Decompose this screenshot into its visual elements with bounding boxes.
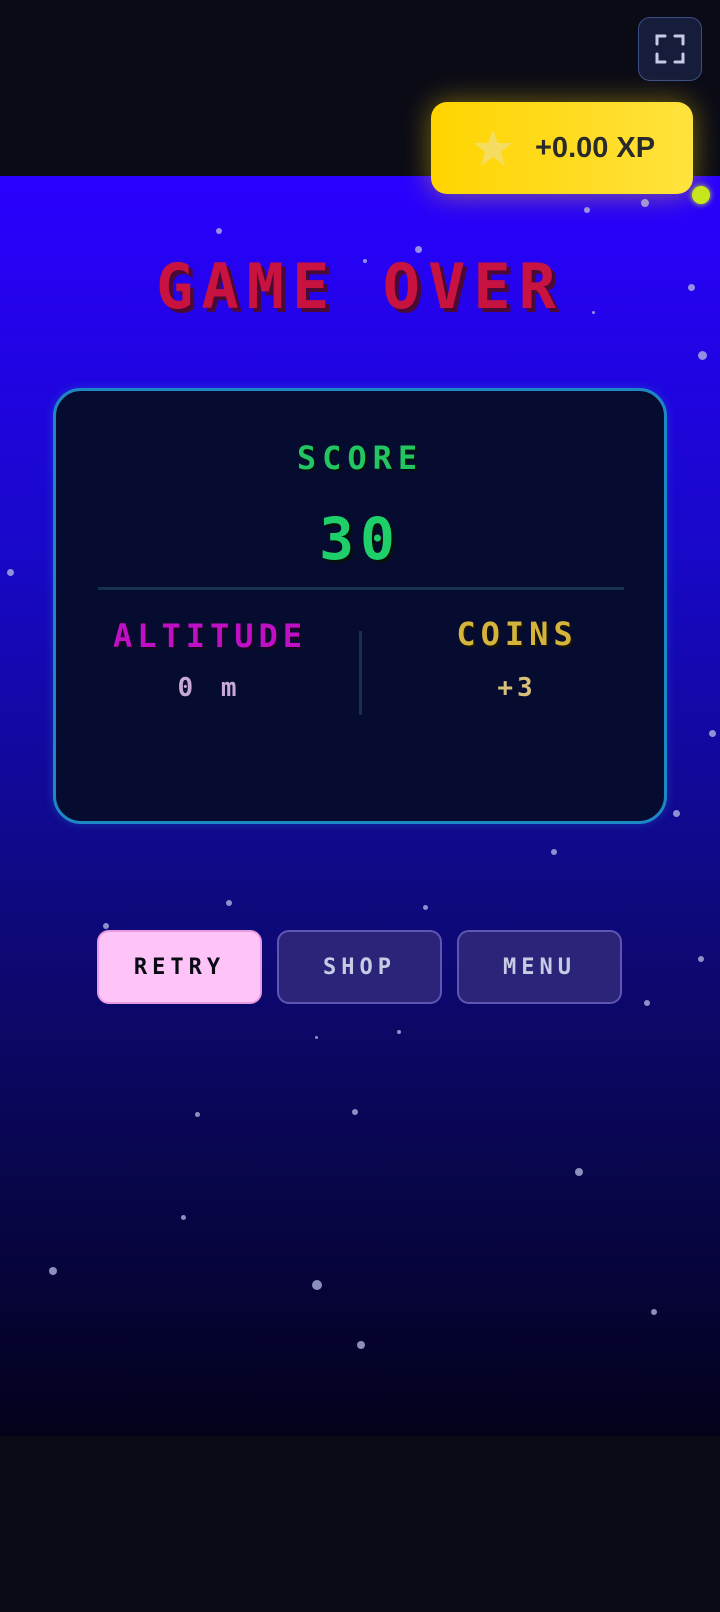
star [575, 1168, 583, 1176]
star [584, 207, 590, 213]
star [216, 228, 222, 234]
star [195, 1112, 200, 1117]
altitude-value: 0 m [177, 673, 243, 703]
star [315, 1036, 318, 1039]
star [651, 1309, 657, 1315]
star [644, 1000, 650, 1006]
star [226, 900, 232, 906]
score-label: SCORE [296, 439, 424, 477]
star [698, 351, 707, 360]
xp-amount: +0.00 XP [535, 131, 656, 164]
status-dot [692, 186, 710, 204]
star [357, 1341, 365, 1349]
star [709, 730, 716, 737]
altitude-label: ALTITUDE [112, 617, 308, 655]
star [49, 1267, 57, 1275]
fullscreen-icon [655, 34, 685, 64]
retry-button[interactable]: RETRY [97, 930, 262, 1004]
star [7, 569, 14, 576]
xp-badge: +0.00 XP [431, 102, 693, 194]
coins-value: +3 [497, 673, 537, 703]
coins-label: COINS [456, 615, 578, 653]
star [103, 923, 109, 929]
star [641, 199, 649, 207]
results-panel: SCORE 30 ALTITUDE 0 m COINS +3 [53, 388, 667, 824]
shop-button[interactable]: SHOP [277, 930, 442, 1004]
score-value: 30 [319, 505, 401, 573]
bottom-bar [0, 1436, 720, 1612]
star [698, 956, 704, 962]
fullscreen-button[interactable] [638, 17, 702, 81]
vertical-divider [359, 631, 362, 715]
star [181, 1215, 186, 1220]
menu-button[interactable]: MENU [457, 930, 622, 1004]
star [673, 810, 680, 817]
star [551, 849, 557, 855]
divider [98, 587, 624, 590]
star-icon [474, 130, 512, 166]
star [352, 1109, 358, 1115]
star [423, 905, 428, 910]
star [312, 1280, 322, 1290]
star [397, 1030, 401, 1034]
game-over-title: GAME OVER [156, 250, 564, 323]
